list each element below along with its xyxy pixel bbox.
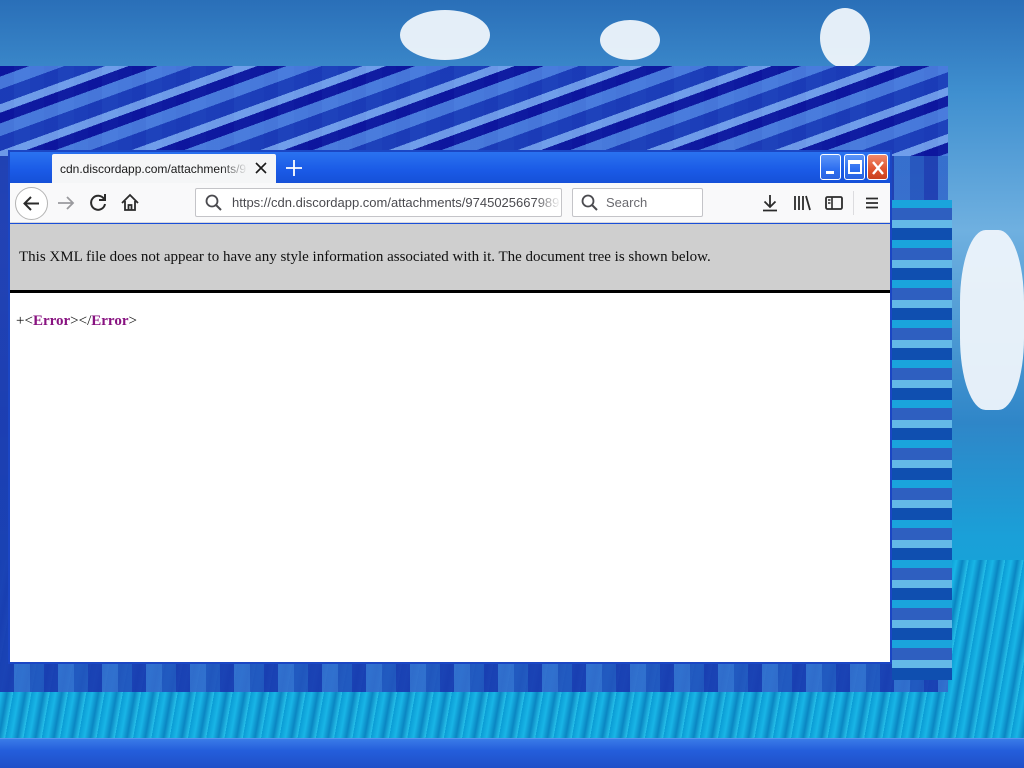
downloads-button[interactable] [756, 189, 784, 217]
tab-title: cdn.discordapp.com/attachments/974502566… [60, 161, 248, 176]
menu-button[interactable] [858, 189, 886, 217]
open-tag-gt: > [70, 313, 79, 329]
home-icon [121, 193, 139, 211]
cloud [400, 10, 490, 60]
search-box[interactable] [572, 188, 703, 217]
open-tag-name: Error [32, 313, 71, 329]
close-icon [872, 161, 884, 175]
browser-window: cdn.discordapp.com/attachments/974502566… [8, 150, 892, 664]
address-bar[interactable]: https://cdn.discordapp.com/attachments/9… [195, 188, 562, 217]
cloud [600, 20, 660, 60]
download-icon [763, 195, 777, 212]
notice-text: This XML file does not appear to have an… [19, 248, 711, 265]
forward-arrow-icon [58, 196, 75, 210]
cloud [820, 8, 870, 68]
forward-button[interactable] [52, 189, 80, 217]
search-icon [205, 194, 222, 211]
tab-active[interactable]: cdn.discordapp.com/attachments/974502566… [52, 154, 276, 183]
title-bar[interactable]: cdn.discordapp.com/attachments/974502566… [10, 152, 890, 183]
minimize-button[interactable] [820, 154, 841, 180]
reload-button[interactable] [84, 189, 112, 217]
taskbar[interactable] [0, 738, 1024, 768]
sidebar-icon [825, 196, 843, 210]
page-content: This XML file does not appear to have an… [10, 224, 890, 662]
close-tag-gt: > [128, 313, 137, 329]
search-input[interactable] [606, 195, 696, 210]
url-text: https://cdn.discordapp.com/attachments/9… [232, 195, 560, 210]
reload-icon [90, 194, 106, 211]
cloud [960, 230, 1024, 410]
navigation-toolbar: https://cdn.discordapp.com/attachments/9… [10, 183, 890, 223]
toolbar-separator [853, 191, 854, 215]
library-icon [794, 195, 811, 211]
menu-icon [866, 197, 878, 209]
plus-icon[interactable] [282, 156, 306, 180]
close-tag-name: Error [91, 313, 129, 329]
back-arrow-icon [23, 196, 39, 211]
back-button[interactable] [15, 187, 48, 220]
library-button[interactable] [788, 189, 816, 217]
close-window-button[interactable] [867, 154, 888, 180]
xml-style-notice: This XML file does not appear to have an… [10, 224, 890, 293]
home-button[interactable] [116, 189, 144, 217]
xml-tree: +<Error></Error> [16, 313, 137, 330]
maximize-icon [848, 160, 862, 174]
search-icon [581, 194, 598, 211]
sidebar-button[interactable] [820, 189, 848, 217]
minimize-icon [826, 171, 834, 174]
glitched-window-ghost-top [0, 66, 948, 156]
open-tag-lt: < [24, 313, 33, 329]
maximize-button[interactable] [844, 154, 865, 180]
glitched-window-edge [892, 200, 952, 680]
close-icon[interactable] [252, 159, 270, 177]
close-tag-lt: </ [78, 313, 92, 329]
